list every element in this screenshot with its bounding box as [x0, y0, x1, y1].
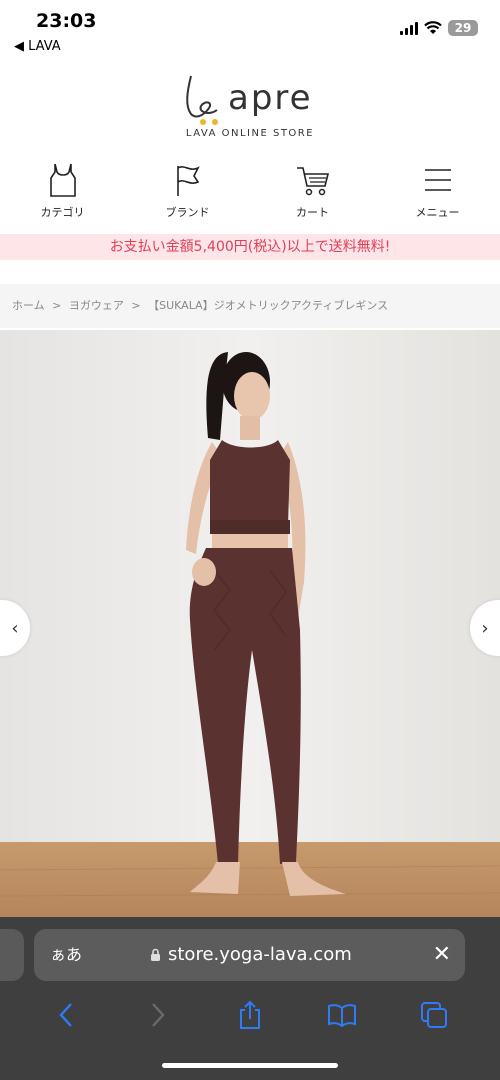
breadcrumb-separator: >: [52, 299, 62, 312]
back-button[interactable]: [48, 997, 84, 1033]
breadcrumb-separator: >: [131, 299, 141, 312]
battery-icon: 29: [448, 20, 478, 36]
tabs-icon: [421, 1002, 447, 1028]
status-bar: 23:03 ◀ LAVA 29: [0, 0, 500, 62]
signal-icon: [400, 21, 418, 35]
share-icon: [240, 1000, 260, 1029]
browser-bottom-bar: ぁあ store.yoga-lava.com ✕: [0, 917, 500, 1080]
product-photo: [0, 330, 500, 920]
logo-mark-icon: [186, 75, 218, 125]
lock-icon: [151, 948, 160, 961]
chevron-right-icon: [152, 1003, 165, 1027]
breadcrumb: ホーム > ヨガウェア > 【SUKALA】ジオメトリックアクティブレギンス: [0, 284, 500, 328]
chevron-left-icon: [59, 1003, 72, 1027]
nav-label: ブランド: [165, 206, 210, 219]
book-icon: [328, 1004, 356, 1027]
nav-label: カート: [296, 206, 329, 219]
free-shipping-banner: お支払い金額5,400円(税込)以上で送料無料!: [0, 234, 500, 260]
share-button[interactable]: [232, 997, 268, 1033]
wifi-icon: [424, 21, 442, 34]
nav-item-brand[interactable]: ブランド: [125, 162, 250, 228]
tank-top-icon: [49, 163, 76, 197]
browser-toolbar: [0, 997, 500, 1033]
product-image-carousel[interactable]: [0, 330, 500, 920]
reader-options-button[interactable]: ぁあ: [50, 929, 82, 981]
forward-button[interactable]: [140, 997, 176, 1033]
logo-wordmark: apre: [228, 78, 313, 118]
nav-item-menu[interactable]: メニュー: [375, 162, 500, 228]
hamburger-menu-icon: [424, 169, 451, 191]
home-indicator: [162, 1063, 338, 1068]
nav-item-category[interactable]: カテゴリ: [0, 162, 125, 228]
bookmarks-button[interactable]: [324, 997, 360, 1033]
breadcrumb-home-link[interactable]: ホーム: [12, 299, 45, 312]
breadcrumb-current-page: 【SUKALA】ジオメトリックアクティブレギンス: [148, 299, 389, 312]
url-text: store.yoga-lava.com: [168, 944, 352, 965]
cart-icon: [296, 167, 329, 196]
clear-url-button[interactable]: ✕: [433, 929, 451, 981]
nav-label: メニュー: [415, 206, 460, 219]
clock: 23:03: [36, 10, 97, 32]
previous-tab-preview[interactable]: [0, 929, 24, 981]
logo-subtitle: LAVA ONLINE STORE: [185, 128, 315, 139]
status-icons: 29: [400, 20, 478, 36]
header-nav: カテゴリ ブランド カート メニュー: [0, 162, 500, 228]
back-to-app-link[interactable]: ◀ LAVA: [14, 39, 61, 54]
tabs-button[interactable]: [416, 997, 452, 1033]
breadcrumb-category-link[interactable]: ヨガウェア: [69, 299, 124, 312]
flag-icon: [176, 166, 200, 196]
nav-item-cart[interactable]: カート: [250, 162, 375, 228]
nav-label: カテゴリ: [40, 206, 85, 219]
address-bar[interactable]: ぁあ store.yoga-lava.com ✕: [34, 929, 465, 981]
site-logo[interactable]: apre LAVA ONLINE STORE: [0, 70, 500, 150]
